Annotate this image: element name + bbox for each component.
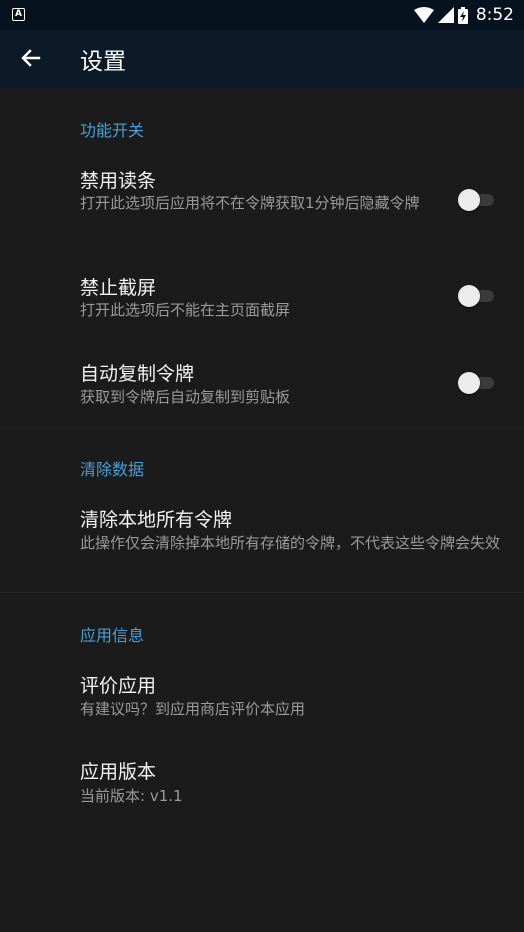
- toggle-thumb: [458, 189, 480, 211]
- section-header-app-info: 应用信息: [80, 626, 145, 645]
- notification-icon: A: [12, 8, 25, 21]
- pref-title: 清除本地所有令牌: [80, 509, 233, 531]
- back-button[interactable]: [17, 44, 45, 72]
- section-header-clear-data: 清除数据: [80, 460, 145, 479]
- section-divider: [0, 592, 524, 593]
- status-icons: 8:52: [413, 4, 514, 26]
- toggle-disable-progress[interactable]: [458, 187, 498, 213]
- pref-summary: 打开此选项后应用将不在令牌获取1分钟后隐藏令牌: [80, 194, 420, 212]
- cell-signal-icon: [437, 7, 454, 23]
- battery-charging-icon: [457, 6, 468, 24]
- section-header-feature-switches: 功能开关: [80, 121, 145, 140]
- toggle-thumb: [458, 285, 480, 307]
- toggle-block-screenshot[interactable]: [458, 283, 498, 309]
- status-bar: A 8:52: [0, 0, 524, 30]
- pref-title: 应用版本: [80, 761, 157, 783]
- pref-title: 自动复制令牌: [80, 363, 195, 385]
- section-divider: [0, 427, 524, 428]
- app-bar: [0, 30, 524, 88]
- pref-summary: 当前版本: v1.1: [80, 787, 183, 805]
- arrow-back-icon: [21, 49, 41, 67]
- pref-title: 禁用读条: [80, 170, 157, 192]
- toggle-auto-copy-token[interactable]: [458, 370, 498, 396]
- pref-summary: 打开此选项后不能在主页面截屏: [80, 301, 291, 319]
- toggle-thumb: [458, 372, 480, 394]
- pref-title: 禁止截屏: [80, 277, 157, 299]
- wifi-icon: [413, 7, 434, 23]
- status-time: 8:52: [475, 5, 514, 25]
- page-title: 设置: [80, 49, 126, 75]
- pref-summary: 获取到令牌后自动复制到剪贴板: [80, 388, 291, 406]
- pref-summary: 有建议吗？到应用商店评价本应用: [80, 700, 306, 718]
- pref-summary: 此操作仅会清除掉本地所有存储的令牌，不代表这些令牌会失效: [80, 534, 501, 552]
- pref-title: 评价应用: [80, 675, 157, 697]
